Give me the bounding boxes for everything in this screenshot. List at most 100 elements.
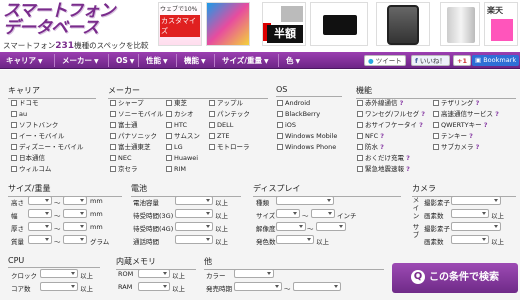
checkbox-tenkey[interactable]: テンキー ? bbox=[433, 132, 473, 141]
select-cores[interactable] bbox=[40, 282, 78, 291]
select-clock[interactable] bbox=[40, 269, 78, 278]
select-main-pixels[interactable] bbox=[451, 209, 489, 218]
checkbox-dell[interactable]: DELL bbox=[209, 121, 233, 130]
select-resolution-max[interactable] bbox=[316, 222, 346, 231]
ad-banner-1[interactable]: ウェブで10% カスタマイズ bbox=[158, 2, 202, 46]
select-display-size-max[interactable] bbox=[311, 209, 335, 218]
ad-banner-3[interactable]: 半額 bbox=[262, 2, 306, 46]
checkbox-qwerty[interactable]: QWERTYキー ? bbox=[433, 121, 488, 130]
select-width-max[interactable] bbox=[63, 209, 87, 218]
checkbox-apple[interactable]: アップル bbox=[209, 99, 243, 108]
checkbox-htc[interactable]: HTC bbox=[166, 121, 187, 130]
checkbox-panasonic[interactable]: パナソニック bbox=[110, 132, 157, 141]
site-logo[interactable]: スマートフォン データベース スマートフォン231機種のスペックを比較 bbox=[3, 3, 153, 52]
nav-os[interactable]: OS ▼ bbox=[110, 52, 134, 69]
logo-subtitle: スマートフォン231機種のスペックを比較 bbox=[3, 41, 149, 51]
bookmark-button[interactable]: ▣ Bookmark bbox=[472, 55, 520, 66]
select-thickness-max[interactable] bbox=[63, 222, 87, 231]
select-ram[interactable] bbox=[138, 282, 170, 291]
help-icon: ? bbox=[406, 154, 410, 162]
checkbox-nfc[interactable]: NFC ? bbox=[357, 132, 384, 141]
tweet-button[interactable]: ● ツイート bbox=[364, 55, 406, 66]
checkbox-samsung[interactable]: サムスン bbox=[166, 132, 200, 141]
checkbox-nihon-tsushin[interactable]: 日本通信 bbox=[11, 154, 45, 163]
select-weight-min[interactable] bbox=[28, 235, 52, 244]
select-width-min[interactable] bbox=[28, 209, 52, 218]
label-release-date: 発売時期 bbox=[206, 285, 232, 293]
checkbox-windows-phone[interactable]: Windows Phone bbox=[277, 143, 336, 152]
checkbox-zte[interactable]: ZTE bbox=[209, 132, 230, 141]
like-button[interactable]: f いいね！ bbox=[411, 55, 450, 66]
checkbox-oneseg[interactable]: ワンセグ/フルセグ ? bbox=[357, 110, 425, 119]
select-display-size-min[interactable] bbox=[276, 209, 300, 218]
select-resolution-min[interactable] bbox=[276, 222, 306, 231]
select-thickness-min[interactable] bbox=[28, 222, 52, 231]
checkbox-toshiba[interactable]: 東芝 bbox=[166, 99, 187, 108]
checkbox-disney-mobile[interactable]: ディズニー・モバイル bbox=[11, 143, 84, 152]
checkbox-docomo[interactable]: ドコモ bbox=[11, 99, 39, 108]
select-main-sensor[interactable] bbox=[451, 196, 501, 205]
select-standby-3g[interactable] bbox=[175, 209, 213, 218]
checkbox-sony[interactable]: ソニーモバイル bbox=[110, 110, 164, 119]
help-icon: ? bbox=[421, 110, 426, 118]
select-standby-4g[interactable] bbox=[175, 222, 213, 231]
checkbox-waterproof[interactable]: 防水 ? bbox=[357, 143, 384, 152]
nav-performance[interactable]: 性能 ▼ bbox=[140, 52, 168, 69]
checkbox-windows-mobile[interactable]: Windows Mobile bbox=[277, 132, 337, 141]
label-sub-sensor: 撮影素子 bbox=[424, 225, 450, 233]
select-capacity[interactable] bbox=[175, 196, 213, 205]
checkbox-emobile[interactable]: イー・モバイル bbox=[11, 132, 65, 141]
checkbox-huawei[interactable]: Huawei bbox=[166, 154, 198, 163]
checkbox-sharp[interactable]: シャープ bbox=[110, 99, 144, 108]
ad-banner-4[interactable] bbox=[310, 2, 368, 46]
display-section-title: ディスプレイ bbox=[253, 183, 401, 197]
checkbox-qi-charge[interactable]: おくだけ充電 ? bbox=[357, 154, 410, 163]
select-height-max[interactable] bbox=[63, 196, 87, 205]
checkbox-blackberry[interactable]: BlackBerry bbox=[277, 110, 320, 119]
select-weight-max[interactable] bbox=[63, 235, 87, 244]
nav-maker[interactable]: メーカー ▼ bbox=[56, 52, 99, 69]
select-colors[interactable] bbox=[276, 235, 314, 244]
checkbox-android[interactable]: Android bbox=[277, 99, 310, 108]
select-display-type[interactable] bbox=[276, 196, 334, 205]
checkbox-infrared[interactable]: 赤外線通信 ? bbox=[357, 99, 403, 108]
checkbox-au[interactable]: au bbox=[11, 110, 27, 119]
checkbox-casio[interactable]: カシオ bbox=[166, 110, 194, 119]
checkbox-high-speed[interactable]: 高速通信サービス ? bbox=[433, 110, 499, 119]
checkbox-sub-camera[interactable]: サブカメラ ? bbox=[433, 143, 479, 152]
checkbox-tethering[interactable]: テザリング ? bbox=[433, 99, 479, 108]
select-color[interactable] bbox=[234, 269, 274, 278]
checkbox-pantech[interactable]: パンテック bbox=[209, 110, 250, 119]
plus-one-button[interactable]: +1 bbox=[453, 55, 471, 66]
checkbox-fujitsu[interactable]: 富士通 bbox=[110, 121, 138, 130]
checkbox-kyocera[interactable]: 京セラ bbox=[110, 165, 138, 174]
checkbox-nec[interactable]: NEC bbox=[110, 154, 132, 163]
ad-banner-7[interactable]: 楽天 bbox=[484, 2, 518, 46]
select-rom[interactable] bbox=[138, 269, 170, 278]
select-sub-sensor[interactable] bbox=[451, 222, 501, 231]
nav-size-weight[interactable]: サイズ/重量 ▼ bbox=[216, 52, 269, 69]
checkbox-fujitsu-toshiba[interactable]: 富士通東芝 bbox=[110, 143, 151, 152]
select-sub-pixels[interactable] bbox=[451, 235, 489, 244]
checkbox-lg[interactable]: LG bbox=[166, 143, 183, 152]
select-release-from[interactable] bbox=[234, 282, 282, 291]
nav-color[interactable]: 色 ▼ bbox=[280, 52, 300, 69]
checkbox-rim[interactable]: RIM bbox=[166, 165, 186, 174]
search-button[interactable]: Q この条件で検索 bbox=[392, 263, 518, 293]
help-icon: ? bbox=[483, 121, 488, 129]
checkbox-earthquake-alert[interactable]: 緊急地震速報 ? bbox=[357, 165, 410, 174]
select-talk-time[interactable] bbox=[175, 235, 213, 244]
checkbox-ios[interactable]: iOS bbox=[277, 121, 296, 130]
checkbox-osaifu[interactable]: おサイフケータイ ? bbox=[357, 121, 423, 130]
select-release-to[interactable] bbox=[293, 282, 341, 291]
checkbox-softbank[interactable]: ソフトバンク bbox=[11, 121, 58, 130]
nav-carrier[interactable]: キャリア ▼ bbox=[0, 52, 43, 69]
checkbox-motorola[interactable]: モトローラ bbox=[209, 143, 250, 152]
nav-features[interactable]: 機能 ▼ bbox=[178, 52, 206, 69]
ad-banner-6[interactable] bbox=[440, 2, 480, 46]
label-standby-4g: 待受時間(4G) bbox=[133, 225, 174, 233]
checkbox-willcom[interactable]: ウィルコム bbox=[11, 165, 51, 174]
ad-banner-5[interactable] bbox=[376, 2, 430, 46]
select-height-min[interactable] bbox=[28, 196, 52, 205]
ad-banner-2[interactable] bbox=[206, 2, 250, 46]
